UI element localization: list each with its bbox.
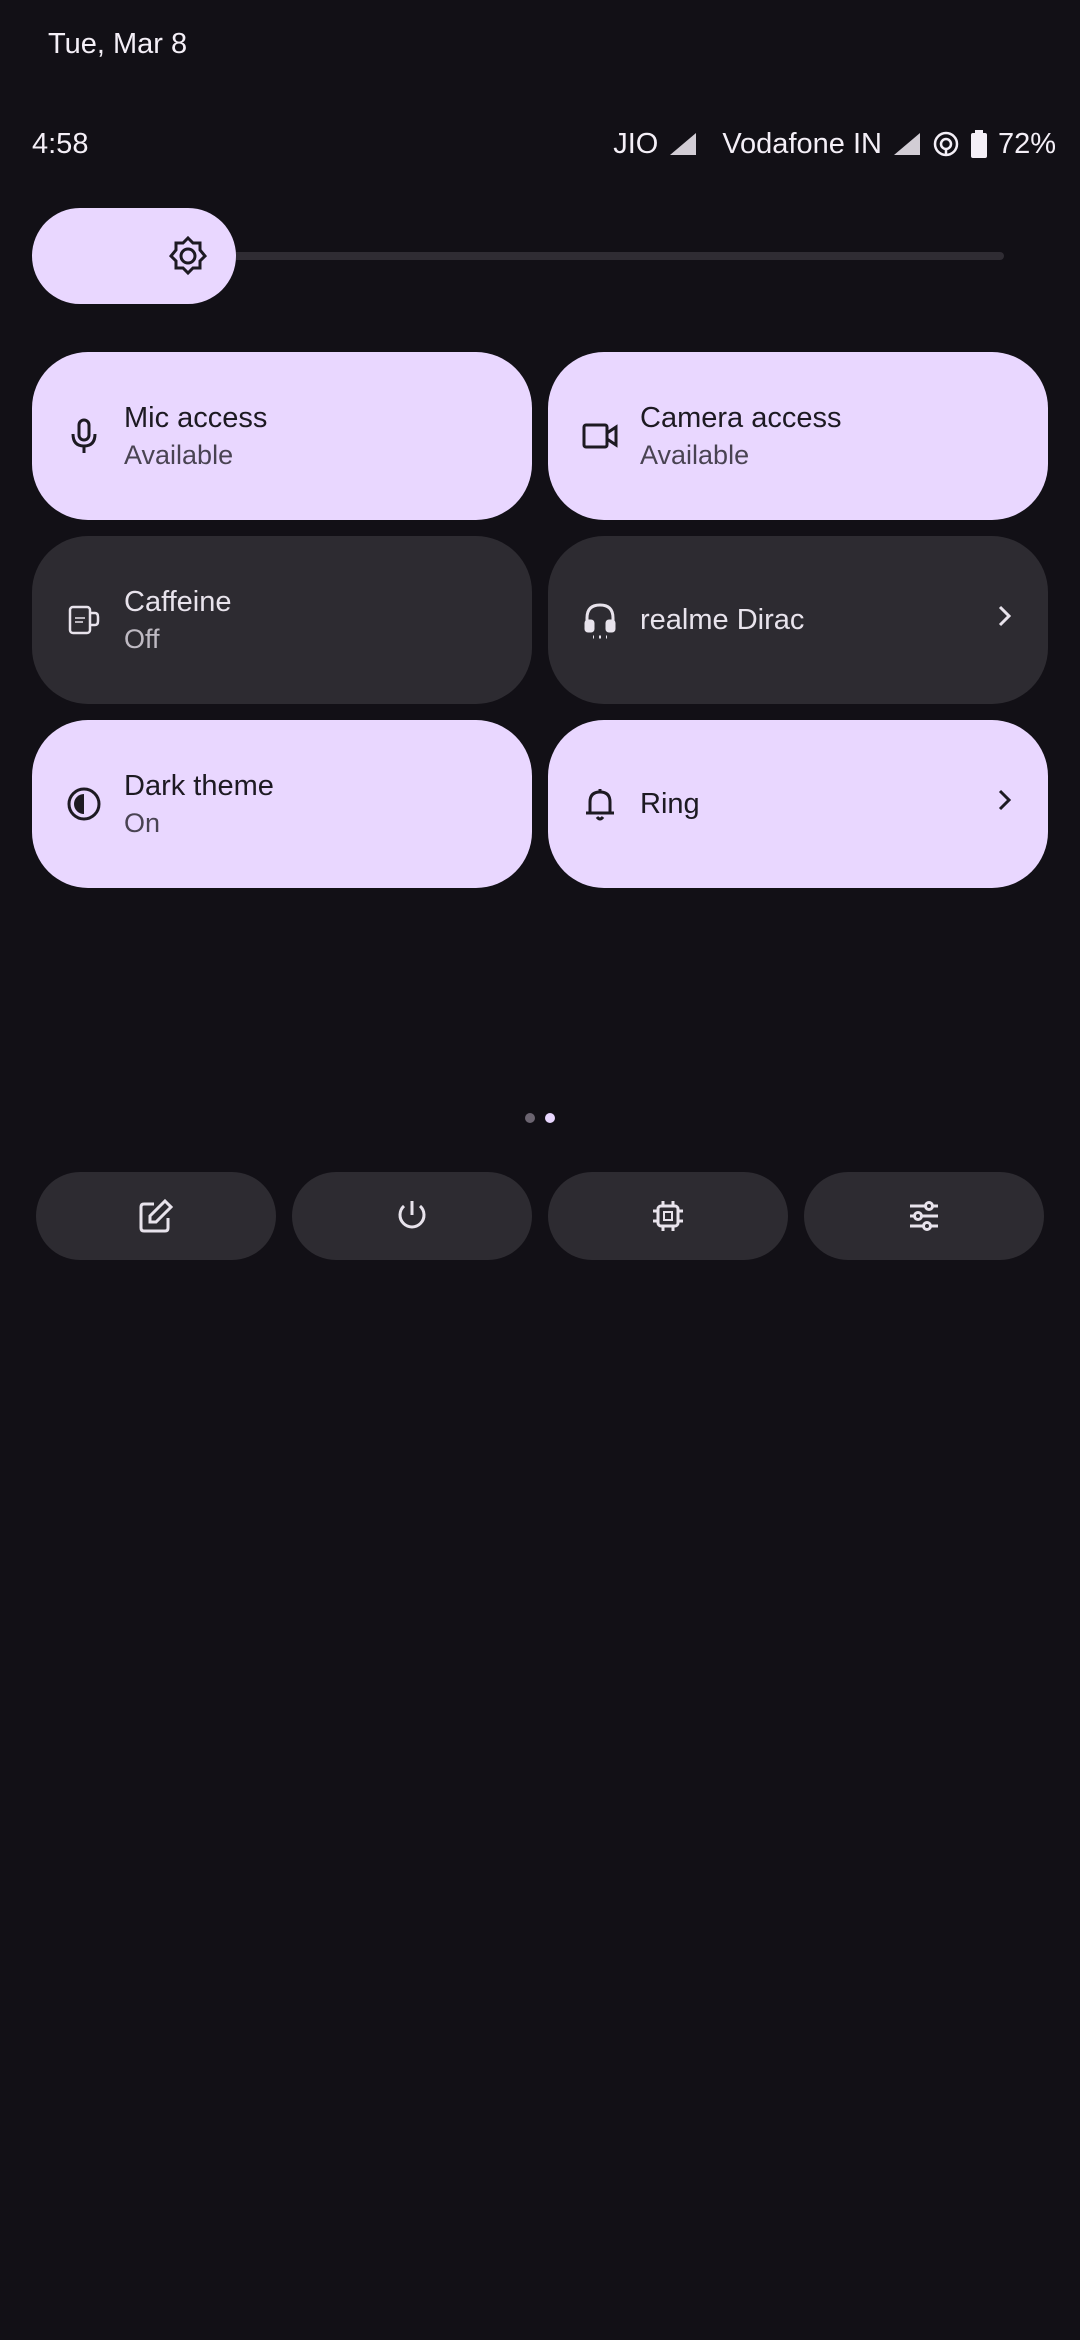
- chip-icon: [653, 1201, 683, 1231]
- carrier-2: Vodafone IN: [722, 127, 882, 160]
- brightness-thumb[interactable]: [32, 208, 236, 304]
- coffee-cup-icon: [66, 602, 102, 638]
- camera-icon: [582, 418, 618, 454]
- headphones-icon: [582, 602, 618, 639]
- tile-status: Available: [124, 440, 234, 470]
- chevron-right-icon: [994, 786, 1014, 819]
- settings-sliders-icon: [910, 1201, 938, 1231]
- tile-ring[interactable]: Ring: [548, 720, 1048, 888]
- tile-status: Off: [124, 624, 160, 654]
- tile-label: Caffeine: [124, 586, 232, 618]
- brightness-icon: [168, 235, 208, 276]
- quick-settings-grid: Mic access Available Camera access Avail…: [32, 352, 1048, 888]
- status-indicators: JIO Vodafone IN 72%: [613, 128, 1056, 161]
- carrier-1: JIO: [613, 127, 659, 160]
- tile-label: Dark theme: [124, 770, 274, 802]
- tile-caffeine[interactable]: Caffeine Off: [32, 536, 532, 704]
- settings-button[interactable]: [804, 1172, 1044, 1260]
- footer-actions: [36, 1172, 1044, 1260]
- tile-label: Camera access: [640, 402, 842, 434]
- tile-label: Ring: [640, 788, 700, 820]
- signal-icon: [668, 131, 698, 157]
- page-dot-active: [545, 1113, 555, 1123]
- brightness-slider[interactable]: [32, 208, 1004, 304]
- battery-percent: 72%: [997, 127, 1056, 160]
- clock: 4:58: [32, 127, 89, 160]
- chevron-right-icon: [994, 602, 1014, 635]
- power-button[interactable]: [292, 1172, 532, 1260]
- edit-button[interactable]: [36, 1172, 276, 1260]
- brightness-track[interactable]: [212, 252, 1004, 260]
- tile-camera-access[interactable]: Camera access Available: [548, 352, 1048, 520]
- hotspot-icon: [932, 130, 960, 158]
- bell-icon: [582, 786, 618, 822]
- date-label: Tue, Mar 8: [48, 28, 188, 60]
- page-dot: [525, 1113, 535, 1123]
- battery-icon: [970, 130, 988, 158]
- mic-icon: [66, 418, 102, 454]
- signal-icon: [892, 131, 922, 157]
- edit-icon: [139, 1198, 174, 1233]
- tile-mic-access[interactable]: Mic access Available: [32, 352, 532, 520]
- chip-button[interactable]: [548, 1172, 788, 1260]
- tile-dark-theme[interactable]: Dark theme On: [32, 720, 532, 888]
- tile-realme-dirac[interactable]: realme Dirac: [548, 536, 1048, 704]
- tile-status: On: [124, 808, 161, 838]
- dark-theme-icon: [66, 786, 102, 822]
- tile-label: Mic access: [124, 402, 268, 434]
- tile-label: realme Dirac: [640, 604, 805, 636]
- page-indicator: [525, 1113, 555, 1123]
- status-bar: 4:58 JIO Vodafone IN 72%: [32, 124, 1056, 164]
- power-icon: [398, 1201, 426, 1229]
- tile-status: Available: [640, 440, 750, 470]
